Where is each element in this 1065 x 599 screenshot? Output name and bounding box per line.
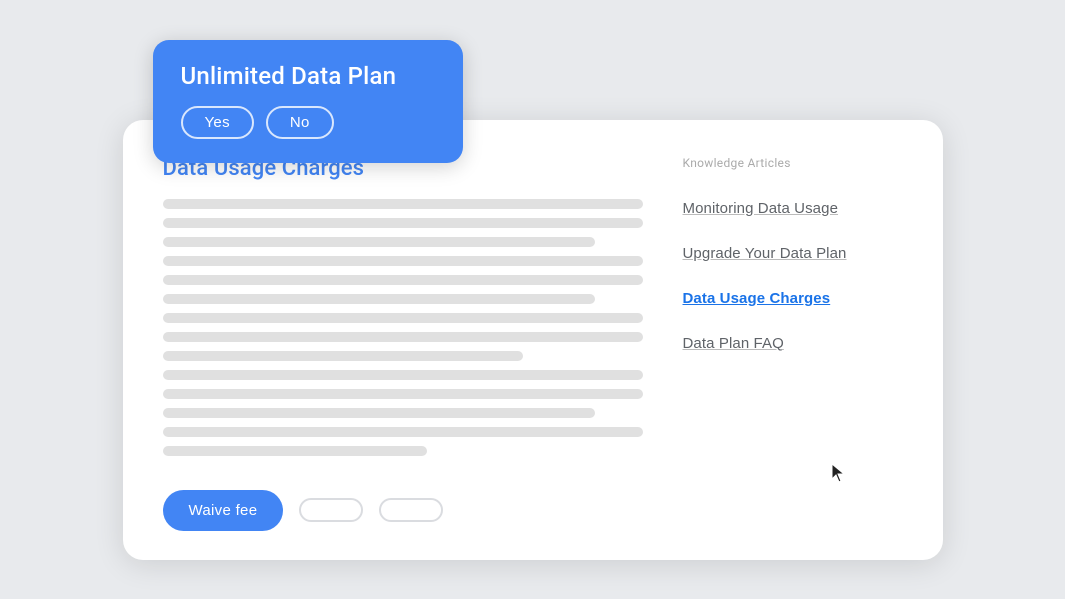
text-line: [163, 370, 643, 380]
tooltip-buttons: Yes No: [181, 106, 435, 139]
text-line: [163, 313, 643, 323]
text-line: [163, 446, 427, 456]
text-line: [163, 294, 595, 304]
main-card: Data Usage Charges: [123, 120, 943, 560]
left-content: Data Usage Charges: [163, 156, 643, 456]
sidebar-label: Knowledge Articles: [683, 156, 903, 170]
yes-button[interactable]: Yes: [181, 106, 254, 139]
text-line: [163, 408, 595, 418]
text-line: [163, 427, 643, 437]
text-line: [163, 351, 523, 361]
tooltip-card: Unlimited Data Plan Yes No: [153, 40, 463, 163]
card-body: Data Usage Charges: [163, 156, 903, 456]
secondary-button-1[interactable]: [299, 498, 363, 522]
sidebar-link-monitoring[interactable]: Monitoring Data Usage: [683, 186, 903, 231]
waive-fee-button[interactable]: Waive fee: [163, 490, 284, 531]
sidebar-link-faq[interactable]: Data Plan FAQ: [683, 321, 903, 366]
text-line: [163, 199, 643, 209]
text-line: [163, 218, 643, 228]
text-lines: [163, 199, 643, 456]
sidebar-links: Monitoring Data Usage Upgrade Your Data …: [683, 186, 903, 366]
tooltip-title: Unlimited Data Plan: [181, 62, 435, 90]
card-footer: Waive fee: [163, 480, 903, 531]
sidebar-link-upgrade[interactable]: Upgrade Your Data Plan: [683, 231, 903, 276]
sidebar-link-charges[interactable]: Data Usage Charges: [683, 276, 903, 321]
right-sidebar: Knowledge Articles Monitoring Data Usage…: [683, 156, 903, 456]
secondary-button-2[interactable]: [379, 498, 443, 522]
text-line: [163, 237, 595, 247]
text-line: [163, 256, 643, 266]
no-button[interactable]: No: [266, 106, 334, 139]
text-line: [163, 275, 643, 285]
text-line: [163, 389, 643, 399]
text-line: [163, 332, 643, 342]
